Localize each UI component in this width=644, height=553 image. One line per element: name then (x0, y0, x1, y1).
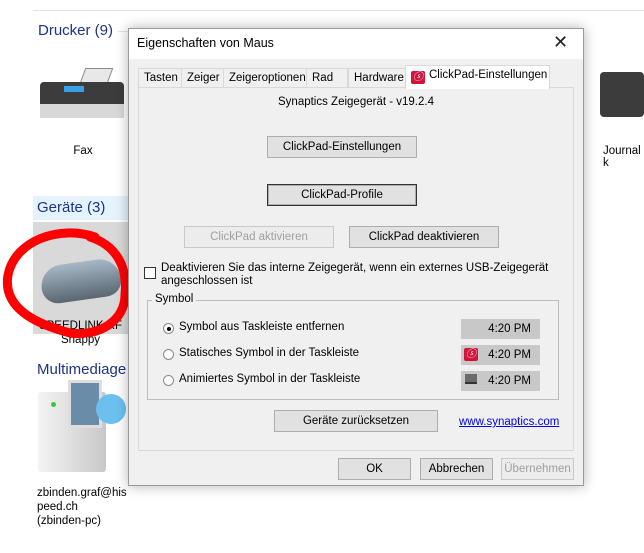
radio-remove-symbol[interactable] (163, 323, 174, 334)
clickpad-deactivate-button[interactable]: ClickPad deaktivieren (349, 226, 499, 248)
red-annotation-circle (2, 228, 130, 339)
journal-printer-icon[interactable] (600, 72, 644, 117)
tab-hardware[interactable]: Hardware (348, 68, 410, 88)
reset-devices-button[interactable]: Geräte zurücksetzen (274, 410, 438, 432)
taskbar-preview-none: 4:20 PM (461, 319, 540, 339)
clickpad-panel: Synaptics Zeigegerät - v19.2.4 ClickPad-… (138, 87, 574, 451)
media-label-3: (zbinden-pc) (37, 515, 101, 527)
synaptics-icon: ⓢ (411, 71, 425, 84)
group-multimedia[interactable]: Multimediage (37, 361, 126, 378)
tab-rad[interactable]: Rad (306, 68, 348, 88)
touchpad-tray-icon (465, 374, 477, 384)
mouse-properties-dialog: Eigenschaften von Maus ✕ Tasten Zeiger Z… (128, 28, 584, 486)
version-label: Synaptics Zeigegerät - v19.2.4 (278, 96, 434, 108)
clock-time: 4:20 PM (488, 323, 531, 335)
clock-time: 4:20 PM (488, 349, 531, 361)
title-bar: Eigenschaften von Maus ✕ (129, 29, 583, 59)
synaptics-tray-icon: ⓢ (464, 348, 478, 361)
tab-zeiger[interactable]: Zeiger (181, 68, 226, 88)
fax-icon[interactable] (40, 68, 124, 120)
apply-button[interactable]: Übernehmen (501, 458, 574, 480)
divider (118, 31, 128, 32)
disable-internal-label[interactable]: Deaktivieren Sie das interne Zeigegerät,… (161, 262, 548, 288)
clock-time: 4:20 PM (488, 375, 531, 387)
media-server-icon[interactable] (38, 380, 130, 480)
synaptics-link[interactable]: www.synaptics.com (459, 416, 559, 428)
group-devices[interactable]: Geräte (3) (37, 199, 105, 216)
tab-zeigeroptionen[interactable]: Zeigeroptionen (223, 68, 312, 88)
checkbox-label-1: Deaktivieren Sie das interne Zeigegerät,… (161, 262, 549, 274)
fax-label: Fax (73, 145, 93, 157)
clickpad-settings-button[interactable]: ClickPad-Einstellungen (267, 136, 417, 158)
journal-label: Journal k (603, 145, 641, 169)
media-label: zbinden.graf@his peed.ch (zbinden-pc) (37, 486, 127, 528)
clickpad-activate-button[interactable]: ClickPad aktivieren (184, 226, 334, 248)
media-label-2: peed.ch (37, 501, 78, 513)
symbol-legend: Symbol (152, 293, 197, 305)
radio-animated-label[interactable]: Animiertes Symbol in der Taskleiste (179, 373, 360, 385)
group-printers[interactable]: Drucker (9) (38, 22, 113, 39)
clickpad-profiles-button[interactable]: ClickPad-Profile (267, 184, 417, 206)
taskbar-preview-animated: 4:20 PM (461, 371, 540, 391)
media-label-1: zbinden.graf@his (37, 487, 127, 499)
divider (33, 10, 644, 11)
disable-internal-checkbox[interactable] (144, 267, 156, 279)
radio-remove-label[interactable]: Symbol aus Taskleiste entfernen (179, 321, 344, 333)
cancel-button[interactable]: Abbrechen (420, 458, 493, 480)
tab-clickpad-einstellungen[interactable]: ⓢ ClickPad-Einstellungen (405, 65, 550, 89)
radio-static-symbol[interactable] (163, 349, 174, 360)
close-icon[interactable]: ✕ (553, 32, 568, 53)
radio-static-label[interactable]: Statisches Symbol in der Taskleiste (179, 347, 359, 359)
dialog-title: Eigenschaften von Maus (137, 36, 274, 50)
ok-button[interactable]: OK (338, 458, 411, 480)
checkbox-label-2: angeschlossen ist (161, 275, 253, 287)
tab-label: ClickPad-Einstellungen (429, 69, 548, 81)
taskbar-preview-static: ⓢ 4:20 PM (461, 345, 540, 365)
tab-tasten[interactable]: Tasten (138, 68, 184, 88)
radio-animated-symbol[interactable] (163, 375, 174, 386)
